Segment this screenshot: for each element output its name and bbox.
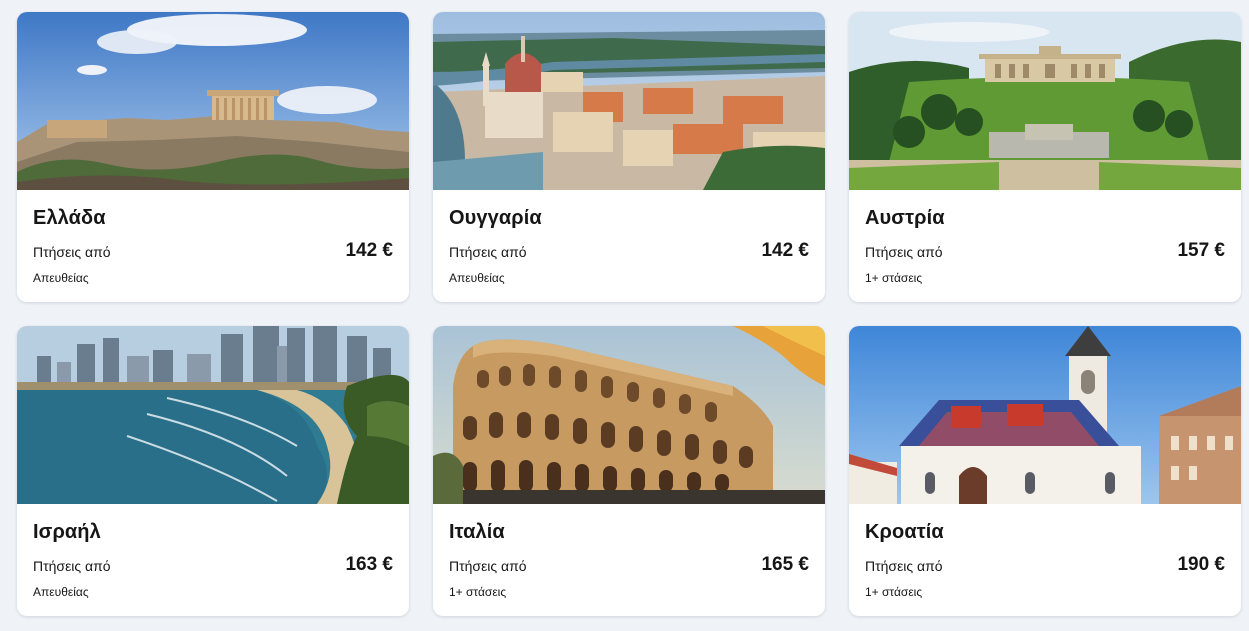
price: 190 €	[1177, 554, 1225, 575]
stops-label: 1+ στάσεις	[449, 585, 507, 599]
price: 142 €	[761, 240, 809, 261]
destination-card-croatia[interactable]: Κροατία Πτήσεις από 190 € 1+ στάσεις	[849, 326, 1241, 616]
flights-from-label: Πτήσεις από	[865, 558, 943, 574]
price: 142 €	[345, 240, 393, 261]
destination-card-italy[interactable]: Ιταλία Πτήσεις από 165 € 1+ στάσεις	[433, 326, 825, 616]
flights-from-label: Πτήσεις από	[449, 244, 527, 260]
colosseum-photo	[433, 326, 825, 504]
stops-label: 1+ στάσεις	[865, 585, 923, 599]
stops-label: Απευθείας	[33, 271, 89, 285]
stops-label: Απευθείας	[449, 271, 505, 285]
stops-label: 1+ στάσεις	[865, 271, 923, 285]
destination-name: Κροατία	[865, 521, 944, 543]
destination-card-hungary[interactable]: Ουγγαρία Πτήσεις από 142 € Απευθείας	[433, 12, 825, 302]
price: 157 €	[1177, 240, 1225, 261]
price: 165 €	[761, 554, 809, 575]
destination-card-israel[interactable]: Ισραήλ Πτήσεις από 163 € Απευθείας	[17, 326, 409, 616]
flights-from-label: Πτήσεις από	[33, 558, 111, 574]
destination-grid: Ελλάδα Πτήσεις από 142 € Απευθείας Ουγγα…	[17, 12, 1241, 616]
zagreb-st-mark-church-photo	[849, 326, 1241, 504]
destination-name: Ισραήλ	[33, 521, 101, 543]
tel-aviv-beach-photo	[17, 326, 409, 504]
destination-name: Ιταλία	[449, 521, 505, 543]
flights-from-label: Πτήσεις από	[449, 558, 527, 574]
destination-name: Ελλάδα	[33, 207, 106, 229]
destination-card-greece[interactable]: Ελλάδα Πτήσεις από 142 € Απευθείας	[17, 12, 409, 302]
schonbrunn-gloriette-photo	[849, 12, 1241, 190]
flights-from-label: Πτήσεις από	[865, 244, 943, 260]
flights-from-label: Πτήσεις από	[33, 244, 111, 260]
acropolis-photo	[17, 12, 409, 190]
destination-name: Αυστρία	[865, 207, 945, 229]
destination-name: Ουγγαρία	[449, 207, 542, 229]
destination-card-austria[interactable]: Αυστρία Πτήσεις από 157 € 1+ στάσεις	[849, 12, 1241, 302]
stops-label: Απευθείας	[33, 585, 89, 599]
budapest-parliament-photo	[433, 12, 825, 190]
price: 163 €	[345, 554, 393, 575]
